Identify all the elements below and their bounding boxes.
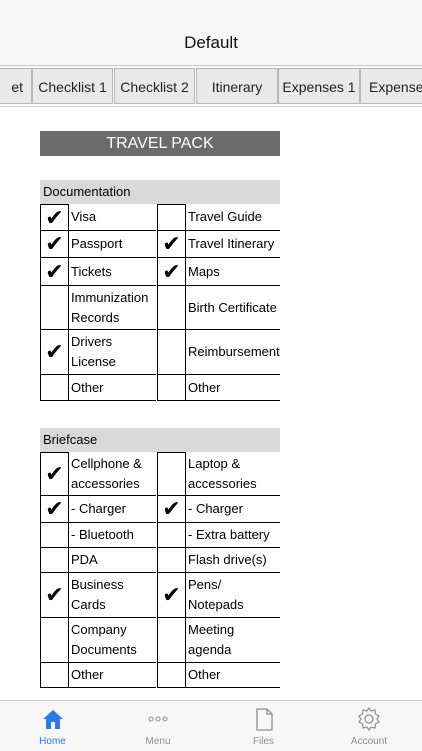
checkbox[interactable] (157, 330, 186, 375)
checkmark-icon: ✔ (45, 204, 64, 230)
checkbox[interactable]: ✔ (40, 204, 69, 231)
checklist-item-label: Visa (69, 204, 156, 231)
checklist-item-label: Other (186, 663, 280, 688)
checklist-item-label: Company Documents (69, 618, 156, 663)
checklist-item-label: Pens/ Notepads (186, 573, 280, 618)
checklist-item-label: Travel Itinerary (186, 231, 280, 258)
checkbox[interactable]: ✔ (40, 330, 69, 375)
tab-3[interactable]: Checklist 2 (114, 68, 195, 104)
tab-4[interactable]: Itinerary (196, 68, 278, 104)
checklist-item-label: Reimbursement (186, 330, 280, 375)
checklist-item-label: - Charger (69, 496, 156, 523)
checkmark-icon: ✔ (45, 258, 64, 284)
checkbox[interactable] (157, 204, 186, 231)
tabbar-label: Menu (145, 736, 171, 747)
tab-bar: Home Menu Files Account (0, 700, 422, 751)
tabbar-item-account[interactable]: Account (317, 701, 422, 751)
checklist-item-label: Meeting agenda (186, 618, 280, 663)
checkmark-icon: ✔ (45, 461, 64, 486)
checkmark-icon: ✔ (162, 231, 181, 256)
section-header: Documentation (40, 180, 280, 204)
checklist-item-label: Drivers License (69, 330, 156, 375)
checklist-item-label: Maps (186, 258, 280, 286)
checkbox[interactable] (40, 548, 69, 573)
more-icon (145, 706, 171, 737)
tabbar-item-home[interactable]: Home (0, 701, 105, 751)
checkbox[interactable] (157, 286, 186, 330)
tab-2[interactable]: Checklist 1 (32, 68, 113, 104)
travel-pack-title: TRAVEL PACK (40, 131, 280, 156)
checkbox[interactable]: ✔ (157, 258, 186, 286)
checklist-item-label: - Extra battery (186, 523, 280, 548)
checkbox[interactable]: ✔ (157, 496, 186, 523)
tabbar-item-menu[interactable]: Menu (106, 701, 211, 751)
tabbar-label: Files (252, 736, 275, 747)
checkbox[interactable]: ✔ (40, 573, 69, 618)
checkmark-icon: ✔ (45, 231, 64, 256)
checkbox[interactable] (40, 286, 69, 330)
checkbox[interactable]: ✔ (157, 231, 186, 258)
document-icon (251, 706, 277, 737)
gear-icon (356, 706, 382, 737)
checkbox[interactable] (157, 663, 186, 688)
checkbox[interactable] (40, 523, 69, 548)
checklist-item-label: - Charger (186, 496, 280, 523)
checklist-item-label: Other (69, 375, 156, 401)
checkmark-icon: ✔ (45, 339, 64, 364)
checklist-item-label: - Bluetooth (69, 523, 156, 548)
checklist-item-label: Immunization Records (69, 286, 156, 330)
checklist-item-label: Other (186, 375, 280, 401)
tab-1[interactable]: et (0, 68, 32, 104)
navigation-bar: Default (0, 0, 422, 66)
checkmark-icon: ✔ (162, 582, 181, 607)
section-header: Briefcase (40, 428, 280, 452)
checkmark-icon: ✔ (45, 496, 64, 521)
tabbar-label: Account (350, 736, 388, 747)
checkmark-icon: ✔ (162, 258, 181, 284)
checkbox[interactable]: ✔ (40, 231, 69, 258)
checkbox[interactable] (157, 452, 186, 496)
checkbox[interactable]: ✔ (157, 573, 186, 618)
checklist-item-label: PDA (69, 548, 156, 573)
nav-title: Default (184, 33, 238, 52)
home-icon (40, 706, 66, 737)
checkbox[interactable]: ✔ (40, 452, 69, 496)
tab-strip[interactable]: et Checklist 1 Checklist 2 Itinerary Expense… (0, 68, 422, 107)
checklist-item-label: Tickets (69, 258, 156, 286)
checkmark-icon: ✔ (162, 496, 181, 521)
tabbar-item-files[interactable]: Files (211, 701, 316, 751)
checkbox[interactable] (157, 618, 186, 663)
checklist-item-label: Other (69, 663, 156, 688)
checklist-item-label: Business Cards (69, 573, 156, 618)
checkbox[interactable] (157, 548, 186, 573)
tabbar-label: Home (39, 736, 66, 747)
checklist-item-label: Birth Certificate (186, 286, 280, 330)
checkbox[interactable] (157, 523, 186, 548)
checkbox[interactable] (40, 663, 69, 688)
tab-5[interactable]: Expenses 1 (278, 68, 360, 104)
tab-6[interactable]: Expense (360, 68, 422, 104)
checkbox[interactable]: ✔ (40, 496, 69, 523)
checkbox[interactable]: ✔ (40, 258, 69, 286)
checklist-item-label: Laptop & accessories (186, 452, 280, 496)
checklist-item-label: Passport (69, 231, 156, 258)
checkbox[interactable] (40, 618, 69, 663)
checkmark-icon: ✔ (45, 582, 64, 607)
checklist-item-label: Cellphone & accessories (69, 452, 156, 496)
checkbox[interactable] (157, 375, 186, 401)
checklist-item-label: Travel Guide (186, 204, 280, 231)
checkbox[interactable] (40, 375, 69, 401)
checklist-item-label: Flash drive(s) (186, 548, 280, 573)
